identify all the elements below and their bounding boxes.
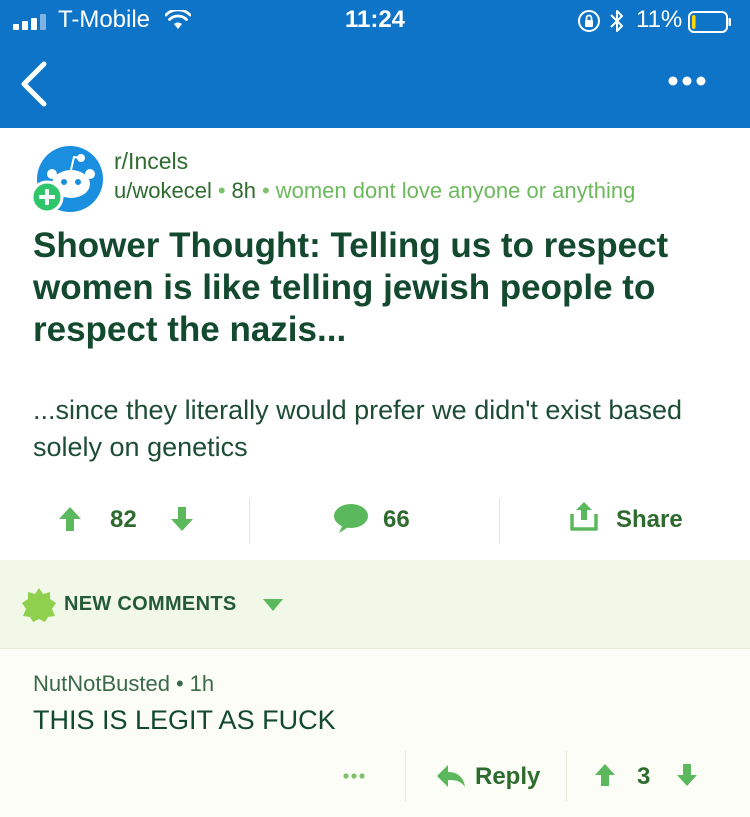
vote-group: 82 xyxy=(58,498,198,542)
post-meta: u/wokecel • 8h • women dont love anyone or a… xyxy=(114,178,635,204)
comment-body: THIS IS LEGIT AS FUCK xyxy=(33,705,336,735)
comment-sort-label[interactable]: NEW COMMENTS xyxy=(64,593,236,616)
chevron-down-icon[interactable] xyxy=(263,599,283,611)
bluetooth-icon xyxy=(610,10,623,32)
battery-percent: 11% xyxy=(636,6,683,33)
comment-score: 3 xyxy=(637,763,651,790)
status-bar: T-Mobile 11:24 11% xyxy=(0,0,750,42)
share-icon[interactable] xyxy=(569,500,599,532)
comment-more-icon[interactable] xyxy=(342,771,366,781)
separator-dot: • xyxy=(262,178,270,203)
more-options-button[interactable] xyxy=(662,66,712,96)
post-action-bar: 82 66 Share xyxy=(0,490,750,550)
post-score: 82 xyxy=(110,506,137,533)
back-button[interactable] xyxy=(14,58,54,110)
comment-sort-row[interactable]: NEW COMMENTS xyxy=(0,560,750,649)
divider xyxy=(249,498,250,544)
upvote-icon[interactable] xyxy=(58,506,82,532)
comments-section: NEW COMMENTS NutNotBusted • 1h THIS IS LEG… xyxy=(0,560,750,817)
separator-dot: • xyxy=(175,671,184,696)
app-top-bar: T-Mobile 11:24 11% xyxy=(0,0,750,128)
share-button[interactable]: Share xyxy=(616,506,683,534)
post-flair: women dont love anyone or anything xyxy=(275,178,636,203)
separator-dot: • xyxy=(217,178,226,203)
comment-author[interactable]: NutNotBusted xyxy=(33,671,170,696)
subreddit-avatar-icon[interactable] xyxy=(30,146,104,216)
battery-icon xyxy=(688,11,731,33)
new-badge-icon xyxy=(22,588,56,622)
comment-icon[interactable] xyxy=(333,502,369,534)
reply-icon[interactable] xyxy=(436,764,466,788)
comment-upvote-icon[interactable] xyxy=(594,763,616,787)
post-age: 8h xyxy=(231,178,257,203)
comment-meta: NutNotBusted • 1h xyxy=(33,671,214,697)
comment-item: NutNotBusted • 1h THIS IS LEGIT AS FUCK Re… xyxy=(0,649,750,817)
subreddit-name[interactable]: r/Incels xyxy=(114,148,188,175)
divider xyxy=(499,498,500,544)
divider xyxy=(405,751,406,801)
rotation-lock-icon xyxy=(578,10,600,32)
post-body: ...since they literally would prefer we … xyxy=(33,395,682,462)
comment-action-bar: Reply 3 xyxy=(0,749,750,809)
comment-count[interactable]: 66 xyxy=(383,506,410,534)
post-author[interactable]: u/wokecel xyxy=(114,178,212,203)
divider xyxy=(566,751,567,801)
comment-age: 1h xyxy=(189,671,215,696)
comment-downvote-icon[interactable] xyxy=(676,763,698,787)
downvote-icon[interactable] xyxy=(170,506,194,532)
reply-button[interactable]: Reply xyxy=(475,763,540,791)
post-title: Shower Thought: Telling us to respect wo… xyxy=(33,226,669,349)
